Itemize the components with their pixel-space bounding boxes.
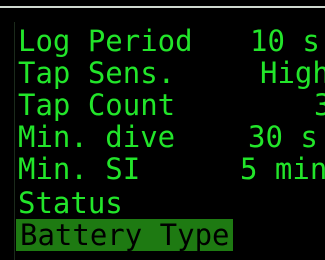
menu-item-value: 10 s [250, 24, 320, 58]
menu-item-battery-type[interactable]: Battery Type [16, 219, 233, 251]
menu-item-value: 30 s [248, 120, 318, 154]
menu-item-value: 3 [314, 88, 325, 122]
menu-item-label: Battery Type [20, 218, 230, 252]
menu-item-label: Status [18, 186, 123, 220]
menu-item-value: 5 min [240, 152, 325, 186]
menu-item-label: Tap Sens. [18, 56, 176, 90]
menu-item-label: Tap Count [18, 88, 176, 122]
menu-item-value: High [260, 56, 325, 90]
menu-item-label: Min. SI [18, 152, 141, 186]
menu-item-label: Min. dive [18, 120, 176, 154]
menu-item-label: Log Period [18, 24, 193, 58]
top-divider [0, 0, 325, 8]
dive-computer-menu-screen: Log Period 10 s Tap Sens. High Tap Count… [0, 0, 325, 260]
left-bezel [0, 22, 15, 260]
